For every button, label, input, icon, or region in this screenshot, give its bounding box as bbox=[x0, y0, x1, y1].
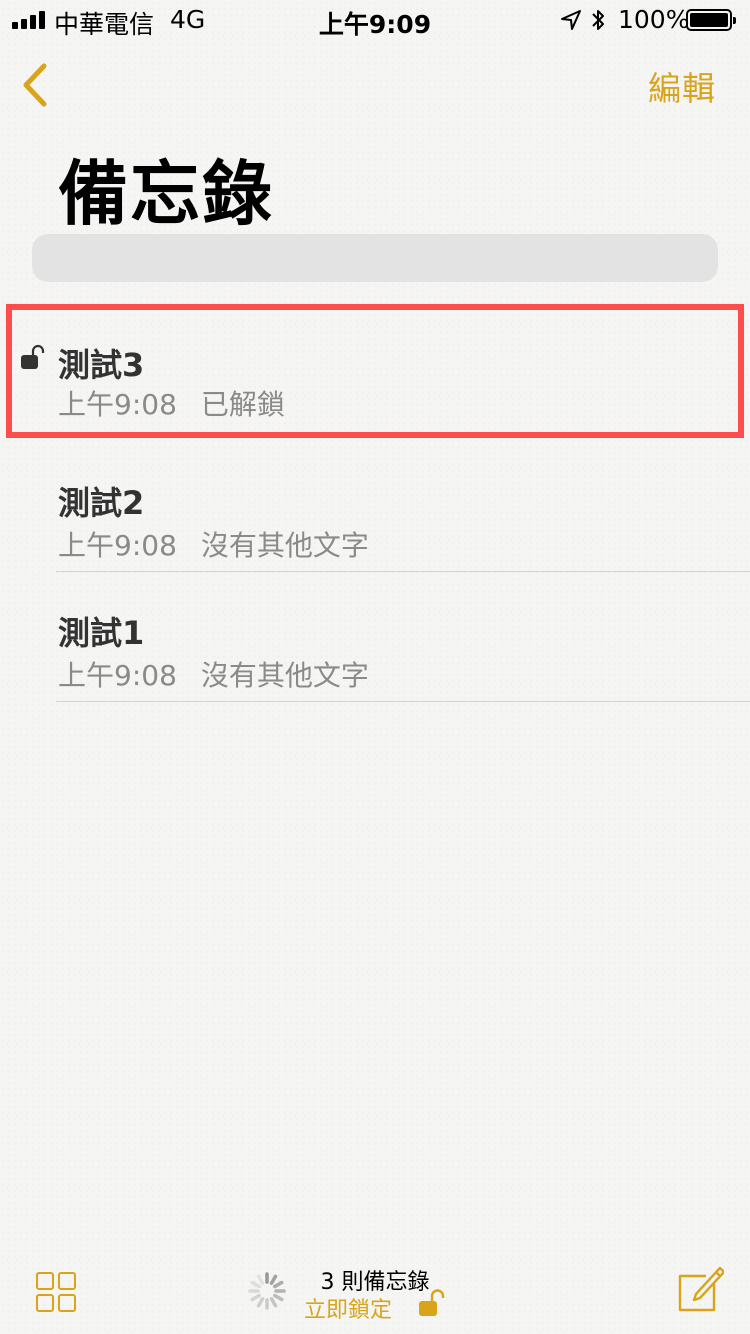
note-title: 測試3 bbox=[58, 346, 145, 384]
back-chevron-icon[interactable] bbox=[18, 58, 54, 112]
status-bar: 中華電信 4G 上午9:09 100% bbox=[0, 0, 750, 40]
note-item-test1[interactable]: 測試1 上午9:08 沒有其他文字 bbox=[0, 572, 750, 702]
lock-open-icon[interactable] bbox=[418, 1288, 446, 1318]
compose-icon[interactable] bbox=[676, 1264, 724, 1314]
note-title: 測試1 bbox=[58, 614, 145, 652]
divider bbox=[56, 701, 750, 702]
lock-now-button[interactable]: 立即鎖定 bbox=[304, 1292, 392, 1324]
note-meta: 上午9:08 沒有其他文字 bbox=[58, 654, 369, 694]
battery-percent: 100% bbox=[618, 5, 690, 34]
note-item-test3[interactable]: 測試3 上午9:08 已解鎖 bbox=[0, 300, 750, 442]
bottom-toolbar: 3 則備忘錄 立即鎖定 bbox=[0, 1234, 750, 1334]
location-arrow-icon bbox=[561, 10, 581, 30]
note-meta: 上午9:08 已解鎖 bbox=[58, 383, 285, 423]
note-time: 上午9:08 bbox=[58, 659, 177, 692]
battery-icon bbox=[686, 9, 736, 31]
note-meta: 上午9:08 沒有其他文字 bbox=[58, 524, 369, 564]
note-preview: 沒有其他文字 bbox=[200, 659, 369, 692]
note-item-test2[interactable]: 測試2 上午9:08 沒有其他文字 bbox=[0, 442, 750, 572]
note-time: 上午9:08 bbox=[58, 388, 177, 421]
edit-button[interactable]: 編輯 bbox=[648, 62, 716, 110]
notes-list: 測試3 上午9:08 已解鎖 測試2 上午9:08 沒有其他文字 測試1 上午9:0… bbox=[0, 300, 750, 702]
bluetooth-icon bbox=[592, 10, 604, 30]
page-title: 備忘錄 bbox=[58, 153, 274, 235]
search-input[interactable] bbox=[32, 234, 718, 282]
lock-open-icon bbox=[21, 344, 45, 369]
note-preview: 已解鎖 bbox=[200, 388, 285, 421]
note-time: 上午9:08 bbox=[58, 529, 177, 562]
note-preview: 沒有其他文字 bbox=[200, 529, 369, 562]
note-title: 測試2 bbox=[58, 484, 145, 522]
